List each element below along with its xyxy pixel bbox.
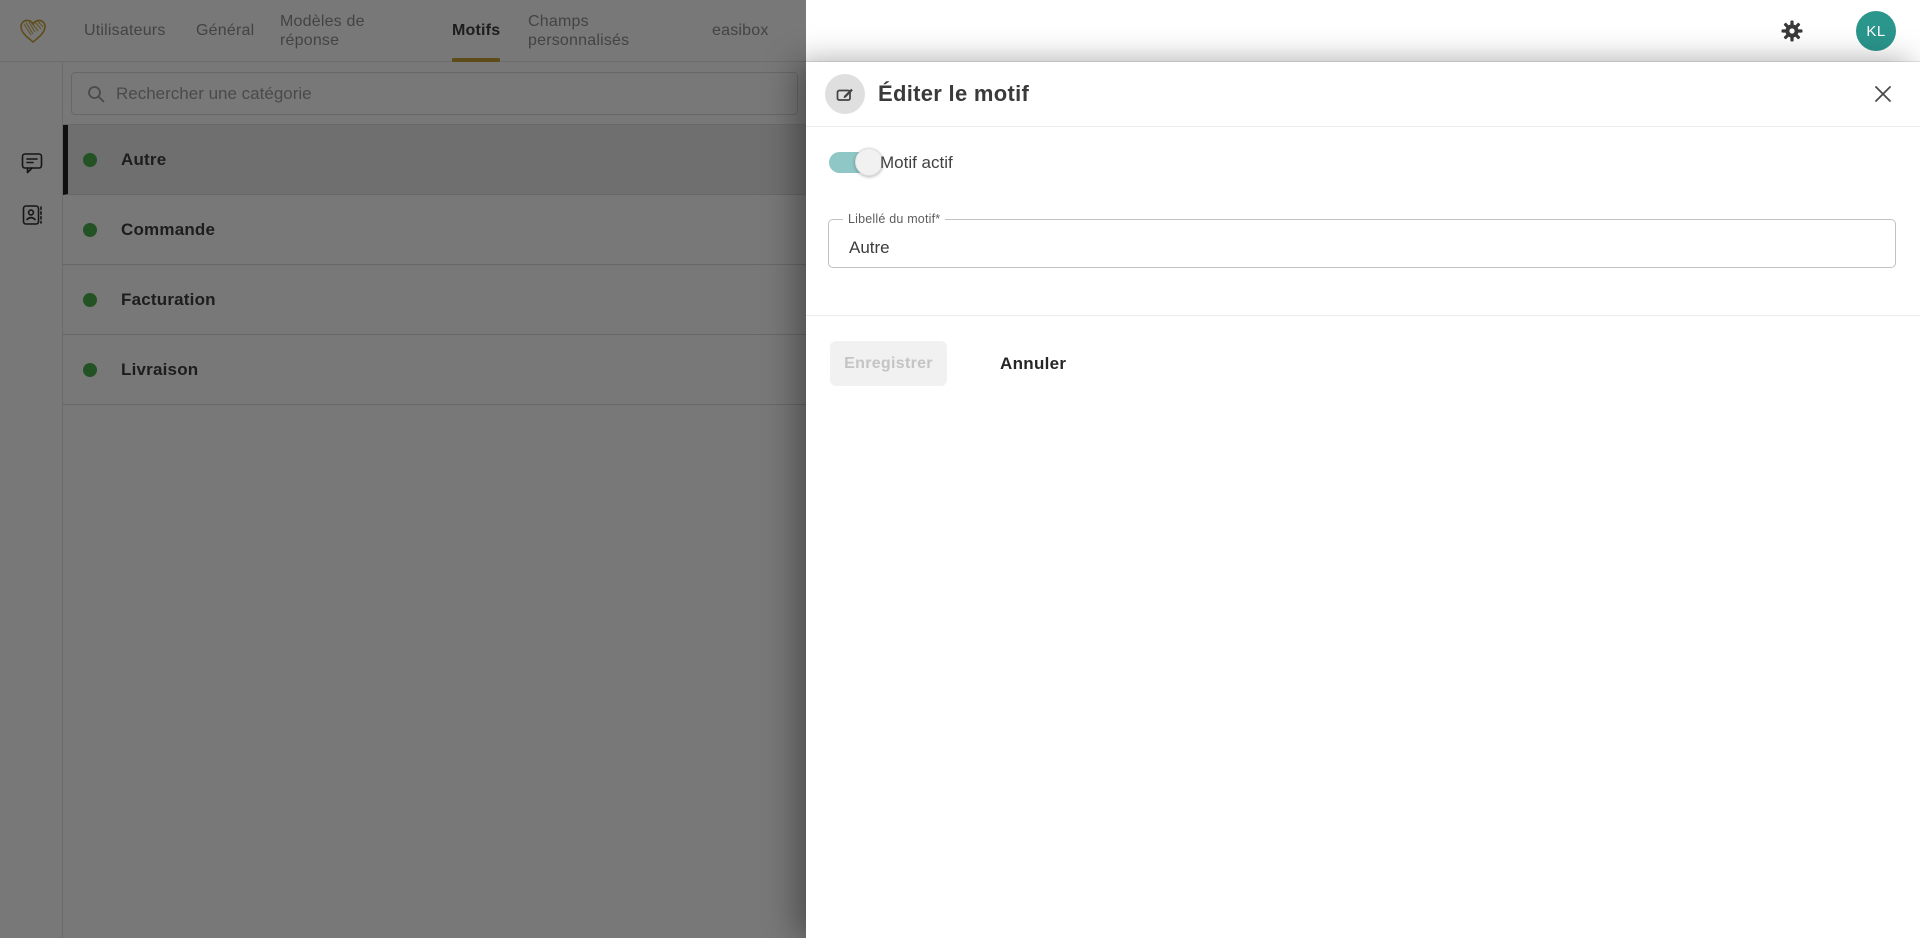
edit-icon-badge xyxy=(825,74,865,114)
gear-icon[interactable] xyxy=(1780,19,1804,43)
libelle-input[interactable] xyxy=(849,238,1809,258)
avatar-initials: KL xyxy=(1866,22,1886,40)
drawer-header: Éditer le motif xyxy=(806,62,1920,127)
actions-divider xyxy=(806,315,1920,316)
avatar[interactable]: KL xyxy=(1856,11,1896,51)
libelle-field-label: Libellé du motif* xyxy=(848,212,941,226)
libelle-field: Libellé du motif* xyxy=(828,212,1896,268)
toggle-knob xyxy=(855,148,883,176)
drawer-title: Éditer le motif xyxy=(878,81,1030,106)
modal-backdrop[interactable] xyxy=(0,0,806,938)
toggle-label: Motif actif xyxy=(880,153,953,172)
edit-motif-drawer: Éditer le motif Motif actif Libellé du m… xyxy=(806,62,1920,938)
close-icon[interactable] xyxy=(1872,83,1894,105)
edit-icon xyxy=(836,88,853,101)
save-button[interactable]: Enregistrer xyxy=(830,341,947,386)
cancel-button[interactable]: Annuler xyxy=(1000,341,1066,386)
